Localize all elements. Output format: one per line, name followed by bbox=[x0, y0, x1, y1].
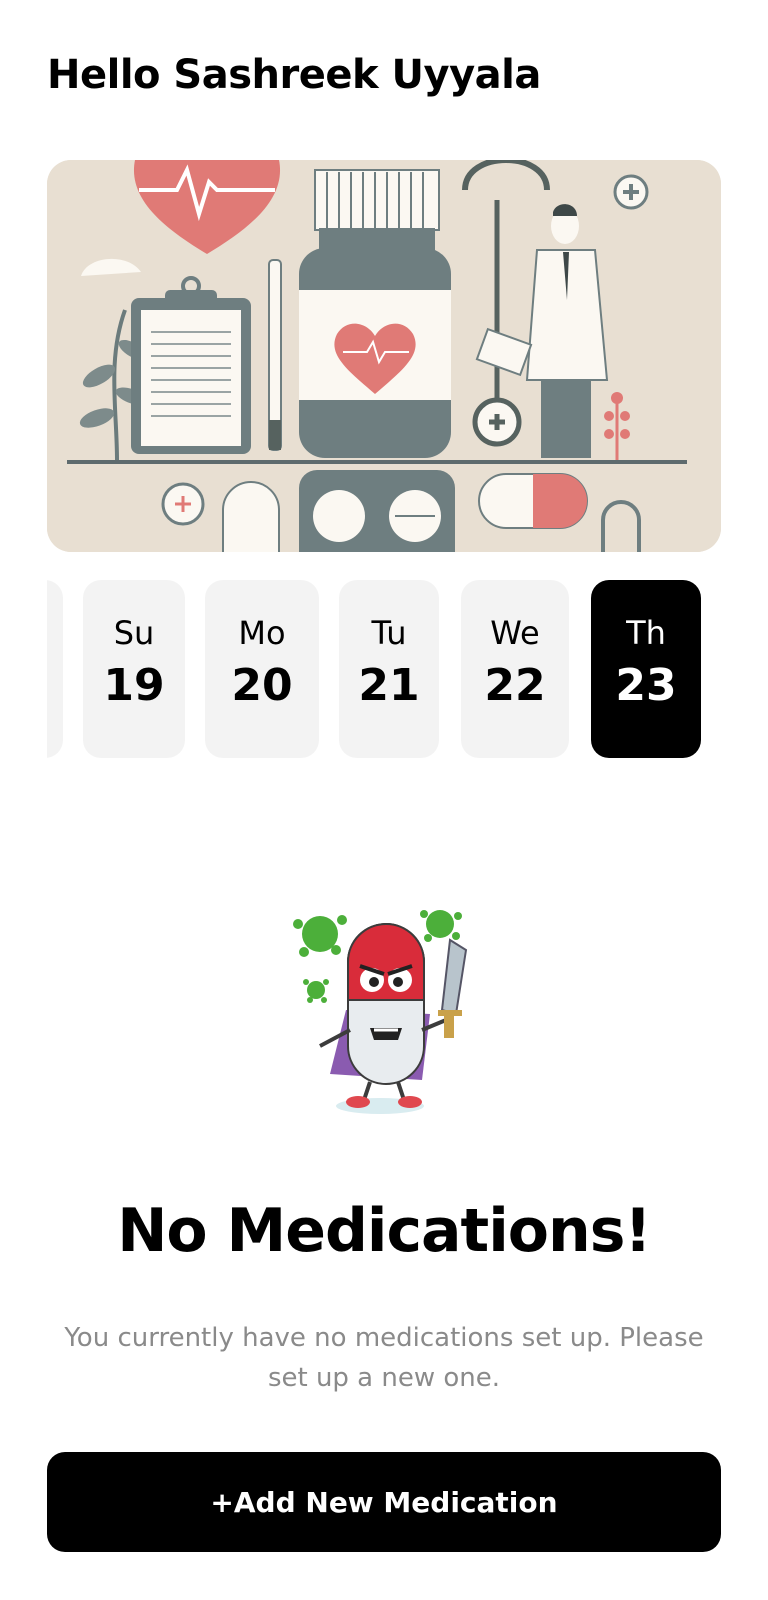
day-item[interactable]: We 22 bbox=[461, 580, 569, 758]
day-item[interactable]: Su 19 bbox=[83, 580, 185, 758]
greeting-title: Hello Sashreek Uyyala bbox=[47, 52, 541, 98]
day-number: 22 bbox=[484, 660, 546, 711]
add-new-medication-button[interactable]: +Add New Medication bbox=[47, 1452, 721, 1552]
day-number: 23 bbox=[615, 660, 677, 711]
medical-illustration-icon bbox=[47, 160, 721, 552]
day-number: 20 bbox=[231, 660, 293, 711]
empty-state-description: You currently have no medications set up… bbox=[64, 1323, 704, 1393]
hero-banner bbox=[47, 160, 721, 552]
day-name: We bbox=[490, 614, 540, 652]
day-name: Mo bbox=[238, 614, 286, 652]
day-item[interactable]: Sa 18 bbox=[47, 580, 63, 758]
empty-state-title: No Medications! bbox=[117, 1196, 652, 1266]
pill-warrior-mascot-icon bbox=[290, 910, 480, 1120]
day-name: Th bbox=[626, 614, 666, 652]
day-item-selected[interactable]: Th 23 bbox=[591, 580, 701, 758]
day-name: Tu bbox=[371, 614, 407, 652]
day-name: Sa bbox=[47, 614, 63, 652]
day-number: 18 bbox=[47, 660, 63, 711]
date-strip[interactable]: Sa 18 Su 19 Mo 20 Tu 21 We 22 Th 23 bbox=[47, 580, 721, 758]
day-number: 21 bbox=[358, 660, 420, 711]
day-item[interactable]: Mo 20 bbox=[205, 580, 319, 758]
day-name: Su bbox=[113, 614, 155, 652]
day-number: 19 bbox=[103, 660, 165, 711]
day-item[interactable]: Tu 21 bbox=[339, 580, 439, 758]
